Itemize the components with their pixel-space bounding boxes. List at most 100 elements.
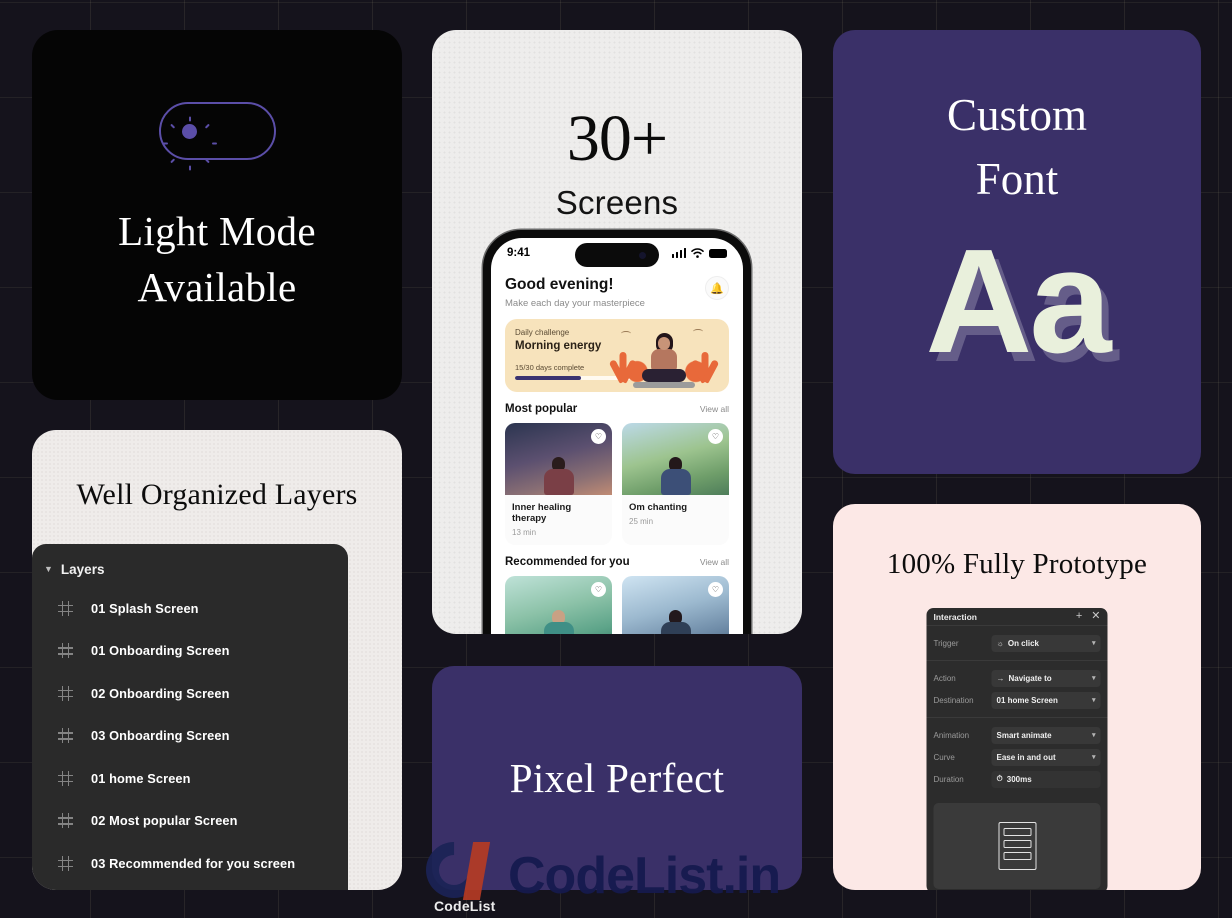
section-header-most-popular: Most popular View all bbox=[505, 403, 729, 415]
animation-row: Animation Smart animate ▾ bbox=[934, 724, 1101, 746]
list-item[interactable]: 01 home Screen bbox=[32, 757, 348, 800]
duration-value: 300ms bbox=[1006, 774, 1032, 784]
duration-row: Duration ⏱ 300ms bbox=[934, 768, 1101, 790]
layer-label: 01 Splash Screen bbox=[91, 600, 199, 616]
heart-icon[interactable]: ♡ bbox=[708, 582, 723, 597]
app-content: Good evening! Make each day your masterp… bbox=[491, 268, 743, 634]
section-header-recommended: Recommended for you View all bbox=[505, 556, 729, 568]
list-item[interactable]: 02 Most popular Screen bbox=[32, 800, 348, 843]
tile-image: ♡ bbox=[622, 423, 729, 495]
view-all-link[interactable]: View all bbox=[700, 557, 729, 567]
curve-label: Curve bbox=[933, 752, 955, 762]
layer-label: 01 home Screen bbox=[91, 770, 191, 786]
bell-icon[interactable]: 🔔 bbox=[705, 276, 729, 300]
list-item[interactable]: 03 Recommended for you screen bbox=[32, 842, 348, 885]
action-value: Navigate to bbox=[1008, 673, 1052, 683]
layer-label: 02 Most popular Screen bbox=[91, 813, 238, 829]
trigger-group: Trigger ☼ On click ▾ bbox=[926, 626, 1108, 661]
layers-panel-title: Layers bbox=[60, 562, 105, 577]
prototype-title: 100% Fully Prototype bbox=[886, 548, 1148, 580]
tile-title: Inner healing therapy bbox=[512, 502, 572, 524]
tile-duration: 13 min bbox=[512, 528, 537, 537]
layer-label: 03 Onboarding Screen bbox=[91, 728, 230, 744]
frame-icon bbox=[58, 685, 73, 701]
layers-card: Well Organized Layers ▼ Layers 01 Splash… bbox=[32, 430, 402, 890]
light-mode-line1: Light Mode bbox=[118, 208, 316, 255]
phone-mockup: 9:41 Good evening! Make each day your ma… bbox=[483, 230, 751, 634]
list-item[interactable]: ♡ Inner healing therapy 13 min bbox=[505, 423, 612, 545]
tile-image: ♡ bbox=[505, 423, 612, 495]
heart-icon[interactable]: ♡ bbox=[591, 582, 606, 597]
list-item[interactable]: 03 Onboarding Screen bbox=[32, 715, 348, 758]
interaction-panel-title: Interaction bbox=[933, 611, 977, 622]
yoga-illustration bbox=[603, 319, 725, 392]
view-all-link[interactable]: View all bbox=[700, 404, 729, 414]
watermark-logo-name: CodeList bbox=[434, 898, 496, 914]
layers-panel-header[interactable]: ▼ Layers bbox=[32, 558, 348, 587]
chevron-down-icon: ▾ bbox=[1091, 675, 1096, 682]
section-title: Most popular bbox=[505, 403, 578, 415]
action-group: Action → Navigate to ▾ Destination 01 ho… bbox=[926, 661, 1108, 718]
action-row: Action → Navigate to ▾ bbox=[934, 667, 1101, 689]
custom-font-heading: Custom Font bbox=[833, 30, 1201, 212]
trigger-label: Trigger bbox=[933, 638, 959, 648]
trigger-select[interactable]: ☼ On click ▾ bbox=[991, 634, 1101, 652]
screens-count: 30+ bbox=[566, 102, 668, 175]
interaction-preview bbox=[933, 803, 1101, 889]
action-select[interactable]: → Navigate to ▾ bbox=[991, 669, 1101, 687]
custom-font-card: Custom Font Aa bbox=[833, 30, 1201, 474]
trigger-row: Trigger ☼ On click ▾ bbox=[934, 632, 1101, 654]
daily-challenge-card[interactable]: Daily challenge Morning energy 15/30 day… bbox=[505, 319, 729, 392]
status-bar: 9:41 bbox=[491, 238, 743, 268]
list-item[interactable]: 02 Onboarding Screen bbox=[32, 672, 348, 715]
poster-canvas: Light Mode Available Well Organized Laye… bbox=[0, 0, 1232, 918]
heart-icon[interactable]: ♡ bbox=[708, 429, 723, 444]
list-item[interactable]: ♡ bbox=[622, 576, 729, 634]
battery-icon bbox=[709, 248, 727, 258]
heart-icon[interactable]: ♡ bbox=[591, 429, 606, 444]
wifi-icon bbox=[691, 248, 704, 258]
plus-icon[interactable]: + bbox=[1076, 611, 1082, 622]
close-icon[interactable]: ✕ bbox=[1091, 611, 1100, 622]
layer-label: 01 Onboarding Screen bbox=[91, 643, 230, 659]
curve-select[interactable]: Ease in and out ▾ bbox=[991, 748, 1101, 766]
layer-label: 02 Onboarding Screen bbox=[91, 685, 230, 701]
curve-row: Curve Ease in and out ▾ bbox=[934, 746, 1101, 768]
timer-icon: ⏱ bbox=[996, 774, 1003, 783]
chevron-down-icon: ▾ bbox=[1091, 697, 1096, 704]
animation-label: Animation bbox=[933, 730, 970, 740]
custom-font-line1: Custom bbox=[946, 90, 1088, 140]
light-mode-line2: Available bbox=[137, 264, 297, 310]
status-time: 9:41 bbox=[507, 247, 531, 259]
destination-label: Destination bbox=[933, 695, 974, 705]
greeting-tagline: Make each day your masterpiece bbox=[505, 298, 645, 309]
cellular-bars-icon bbox=[671, 248, 686, 258]
greeting-title: Good evening! bbox=[505, 276, 614, 293]
layer-label: 03 Recommended for you screen bbox=[91, 855, 296, 871]
screens-subtitle: Screens bbox=[555, 184, 679, 221]
list-item[interactable]: 01 Splash Screen bbox=[32, 587, 348, 630]
list-item[interactable]: 01 Onboarding Screen bbox=[32, 630, 348, 673]
dynamic-island bbox=[575, 243, 659, 267]
leaf-left bbox=[608, 346, 638, 384]
destination-value: 01 home Screen bbox=[996, 695, 1058, 705]
arrow-right-icon: → bbox=[996, 673, 1005, 683]
animation-select[interactable]: Smart animate ▾ bbox=[991, 726, 1101, 744]
prototype-card: 100% Fully Prototype Interaction + ✕ Tri… bbox=[833, 504, 1201, 890]
destination-select[interactable]: 01 home Screen ▾ bbox=[991, 691, 1101, 709]
duration-input[interactable]: ⏱ 300ms bbox=[991, 770, 1101, 788]
frame-icon bbox=[58, 770, 73, 786]
chevron-down-icon: ▾ bbox=[1091, 640, 1096, 647]
light-mode-toggle[interactable] bbox=[158, 102, 276, 171]
click-icon: ☼ bbox=[996, 638, 1004, 648]
animation-group: Animation Smart animate ▾ Curve Ease in … bbox=[927, 718, 1108, 796]
list-item[interactable]: ♡ bbox=[505, 576, 612, 634]
chevron-down-icon: ▾ bbox=[1091, 732, 1096, 739]
layers-panel: ▼ Layers 01 Splash Screen 01 Onboarding … bbox=[32, 544, 348, 890]
action-label: Action bbox=[933, 673, 956, 683]
frame-icon bbox=[58, 600, 73, 616]
pixel-perfect-card: Pixel Perfect bbox=[432, 666, 802, 890]
frame-icon bbox=[58, 728, 73, 744]
custom-font-line2: Font bbox=[975, 153, 1059, 204]
list-item[interactable]: ♡ Om chanting 25 min bbox=[622, 423, 729, 545]
